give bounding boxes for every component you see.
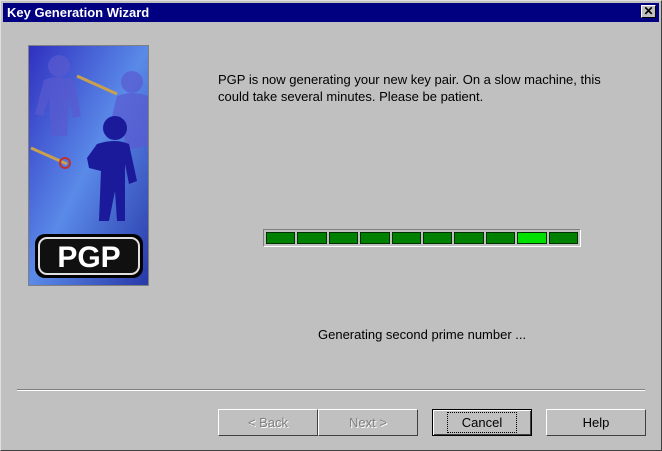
help-button[interactable]: Help bbox=[546, 409, 646, 436]
cancel-label: Cancel bbox=[446, 412, 518, 433]
wizard-message: PGP is now generating your new key pair.… bbox=[218, 72, 601, 104]
title-bar[interactable]: Key Generation Wizard ✕ bbox=[3, 3, 659, 22]
pgp-illustration: PGP bbox=[28, 45, 149, 286]
window-title: Key Generation Wizard bbox=[7, 5, 150, 20]
status-text: Generating second prime number ... bbox=[318, 327, 527, 342]
pgp-figure-image: PGP bbox=[29, 46, 148, 285]
separator bbox=[17, 389, 645, 391]
progress-segment bbox=[517, 232, 547, 244]
progress-segment bbox=[391, 232, 422, 244]
close-icon: ✕ bbox=[643, 4, 654, 18]
progress-segment bbox=[423, 232, 453, 244]
cancel-button[interactable]: Cancel bbox=[432, 409, 532, 436]
progress-segment bbox=[360, 232, 390, 244]
progress-segment bbox=[328, 232, 359, 244]
progress-segment bbox=[297, 232, 327, 244]
progress-segment bbox=[548, 232, 579, 244]
back-button[interactable]: < Back bbox=[218, 409, 318, 436]
pgp-logo-text: PGP bbox=[57, 241, 120, 274]
progress-segment bbox=[485, 232, 516, 244]
progress-bar bbox=[263, 229, 581, 247]
progress-segment bbox=[266, 232, 296, 244]
next-button[interactable]: Next > bbox=[318, 409, 418, 436]
wizard-window: Key Generation Wizard ✕ PGP PGP is now g… bbox=[0, 0, 662, 451]
progress-segment bbox=[454, 232, 484, 244]
close-button[interactable]: ✕ bbox=[641, 5, 656, 18]
